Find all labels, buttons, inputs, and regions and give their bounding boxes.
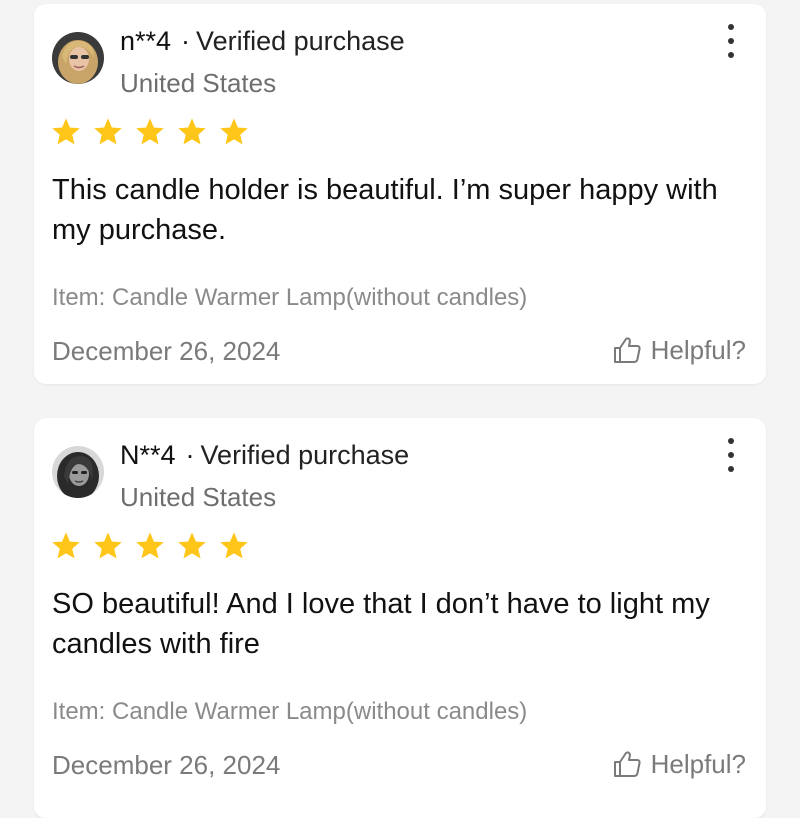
star-icon bbox=[178, 118, 206, 145]
review-date: December 26, 2024 bbox=[52, 336, 281, 366]
star-icon bbox=[52, 532, 80, 559]
reviews-list: n**4 · Verified purchase United States Thi… bbox=[0, 0, 800, 818]
star-icon bbox=[52, 118, 80, 145]
star-icon bbox=[94, 532, 122, 559]
more-vertical-icon bbox=[728, 438, 734, 444]
review-card: n**4 · Verified purchase United States Thi… bbox=[34, 4, 766, 384]
star-icon bbox=[136, 532, 164, 559]
helpful-button[interactable]: Helpful? bbox=[611, 332, 746, 368]
reviewer-country: United States bbox=[120, 482, 277, 512]
purchased-item[interactable]: Item: Candle Warmer Lamp(without candles… bbox=[52, 696, 527, 728]
user-avatar[interactable] bbox=[52, 446, 104, 498]
verified-badge: Verified purchase bbox=[196, 26, 405, 56]
reviewer-country: United States bbox=[120, 68, 277, 98]
more-options-button[interactable] bbox=[724, 24, 738, 58]
reviewer-line: n**4 · Verified purchase bbox=[120, 24, 405, 58]
star-icon bbox=[94, 118, 122, 145]
reviewer-name[interactable]: N**4 bbox=[120, 440, 176, 470]
star-rating bbox=[50, 116, 250, 148]
more-options-button[interactable] bbox=[724, 438, 738, 472]
reviewer-name[interactable]: n**4 bbox=[120, 26, 171, 56]
separator-dot: · bbox=[181, 26, 191, 56]
separator-dot: · bbox=[185, 440, 195, 470]
verified-badge: Verified purchase bbox=[200, 440, 410, 470]
review-date: December 26, 2024 bbox=[52, 750, 281, 780]
helpful-label: Helpful? bbox=[650, 749, 746, 779]
more-vertical-icon bbox=[728, 24, 734, 30]
thumbs-up-icon bbox=[613, 337, 641, 363]
star-icon bbox=[136, 118, 164, 145]
helpful-button[interactable]: Helpful? bbox=[611, 746, 746, 782]
star-rating bbox=[50, 530, 250, 562]
helpful-label: Helpful? bbox=[650, 335, 746, 365]
star-icon bbox=[220, 118, 248, 145]
star-icon bbox=[178, 532, 206, 559]
user-avatar[interactable] bbox=[52, 32, 104, 84]
star-icon bbox=[220, 532, 248, 559]
review-card: N**4 · Verified purchase United States SO … bbox=[34, 418, 766, 818]
review-text: This candle holder is beautiful. I’m sup… bbox=[52, 174, 718, 246]
purchased-item[interactable]: Item: Candle Warmer Lamp(without candles… bbox=[52, 282, 527, 314]
review-text: SO beautiful! And I love that I don’t ha… bbox=[52, 588, 710, 660]
thumbs-up-icon bbox=[613, 751, 641, 777]
reviewer-line: N**4 · Verified purchase bbox=[120, 438, 409, 472]
